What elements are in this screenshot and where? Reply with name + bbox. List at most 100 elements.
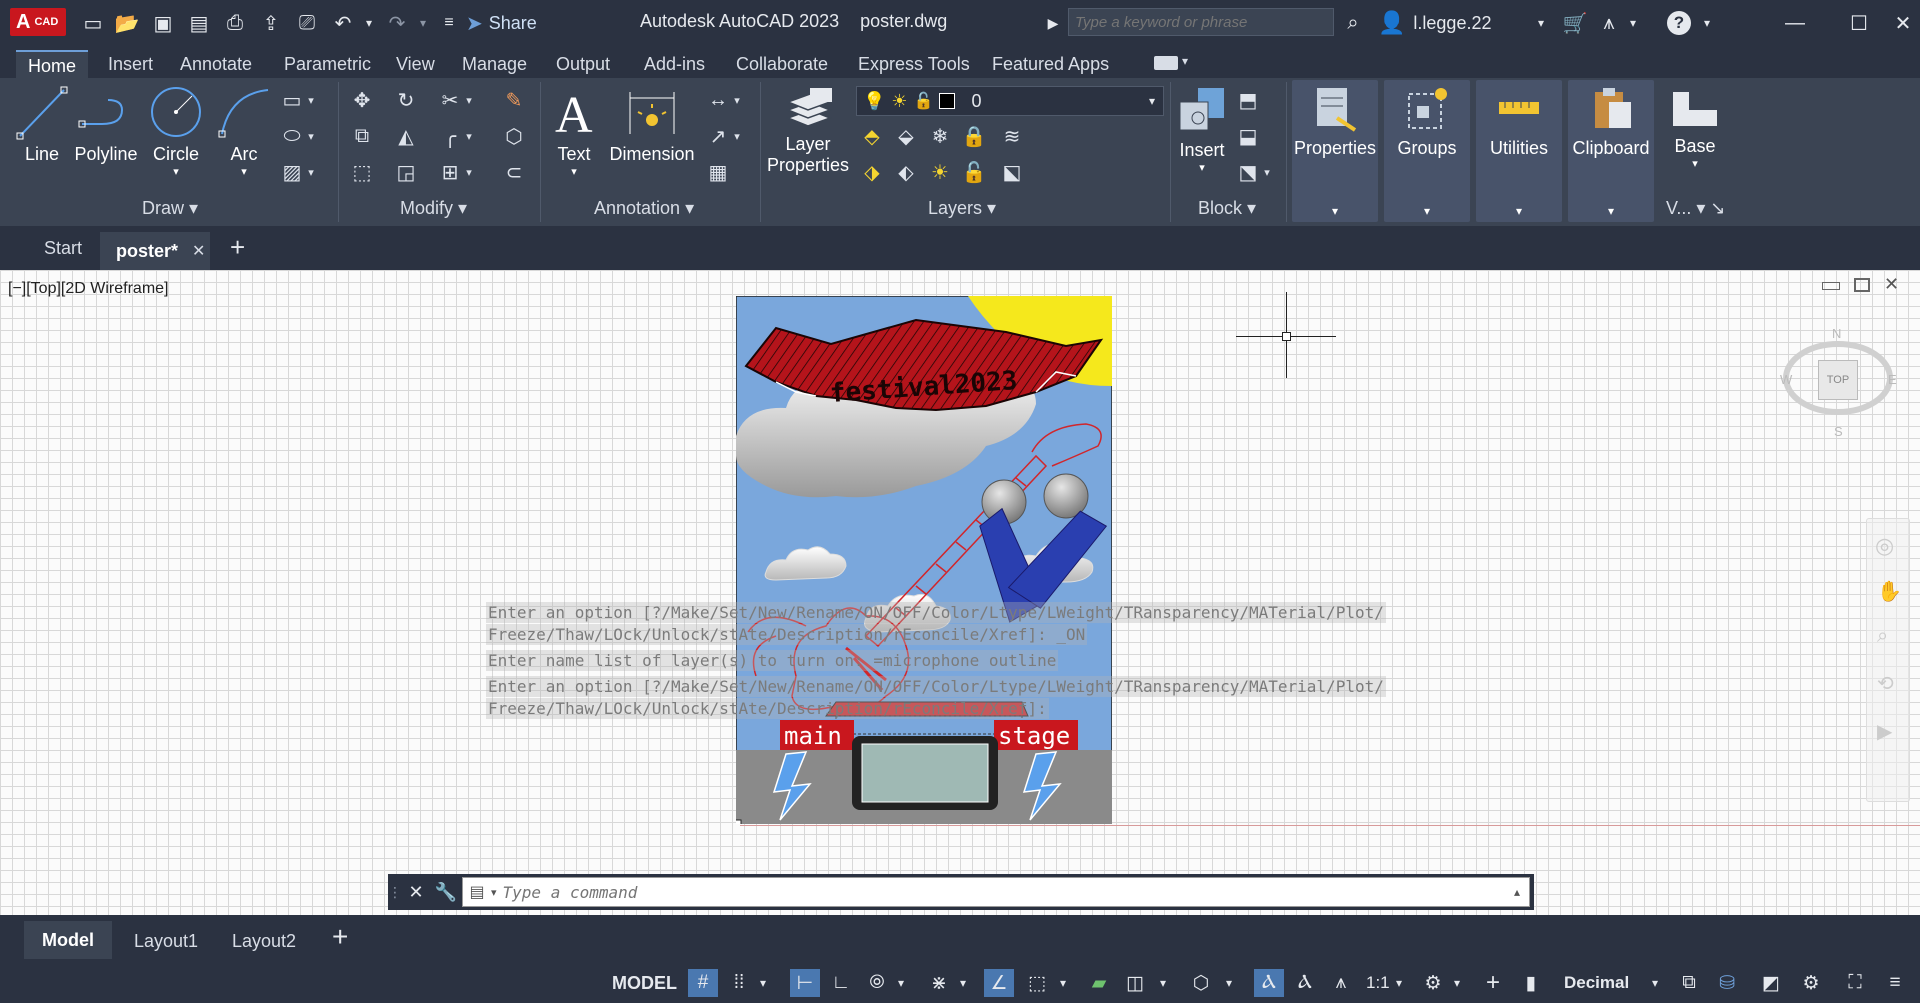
open-web-icon[interactable]: ⎙ <box>222 10 248 36</box>
tab-close-icon[interactable]: ✕ <box>192 241 205 261</box>
edit-attributes-dropdown-icon[interactable]: ▾ <box>1260 158 1274 186</box>
layer-properties-tool[interactable]: Layer Properties <box>762 84 854 176</box>
ellipse-dropdown-icon[interactable]: ▾ <box>304 122 318 150</box>
new-layout-icon[interactable]: + <box>332 921 348 953</box>
annotation-visibility-icon[interactable]: Ⲁ <box>1254 969 1284 997</box>
polar-dropdown-icon[interactable]: ▾ <box>894 969 908 997</box>
fillet-icon[interactable]: ╭ <box>436 122 464 150</box>
annotation-scale-icon[interactable]: ⩚ <box>1328 969 1354 997</box>
insert-dropdown-icon[interactable]: ▾ <box>1199 161 1205 174</box>
redo-icon[interactable]: ↷ <box>384 10 410 36</box>
ribbon-options-icon[interactable] <box>1154 56 1178 70</box>
view-panel-title[interactable]: V... ▾ ↘ <box>1666 198 1725 219</box>
search-box[interactable] <box>1068 8 1334 36</box>
object-snap-icon[interactable]: ⬚ <box>1024 969 1050 997</box>
snap-dropdown-icon[interactable]: ▾ <box>756 969 770 997</box>
command-history-toggle-icon[interactable]: ▴ <box>1505 885 1529 899</box>
redo-dropdown-icon[interactable]: ▾ <box>410 10 436 36</box>
viewcube-top[interactable]: TOP <box>1818 360 1858 400</box>
insert-tool[interactable]: Insert ▾ <box>1174 84 1230 174</box>
groups-button[interactable]: Groups ▾ <box>1384 80 1470 222</box>
viewport-minimize-icon[interactable] <box>1822 282 1840 290</box>
isodraft-dropdown-icon[interactable]: ▾ <box>956 969 970 997</box>
layer-off-icon[interactable]: ⬘ <box>858 122 886 150</box>
grid-icon[interactable]: # <box>688 969 718 997</box>
tab-express-tools[interactable]: Express Tools <box>846 50 982 78</box>
command-prompt-dropdown-icon[interactable]: ▾ <box>491 886 497 899</box>
open-icon[interactable]: 📂 <box>114 10 140 36</box>
drawing-canvas[interactable]: [−][Top][2D Wireframe] ✕ TOP N S E W ◎ ✋… <box>0 270 1920 915</box>
viewcube-west[interactable]: W <box>1780 372 1792 387</box>
lock-ui-icon[interactable]: ⛁ <box>1714 969 1740 997</box>
stretch-icon[interactable]: ⬚ <box>348 158 376 186</box>
dynamic-input-icon[interactable]: ⊢ <box>790 969 820 997</box>
close-icon[interactable]: ✕ <box>1890 10 1916 36</box>
ribbon-options-dropdown-icon[interactable]: ▾ <box>1182 54 1188 68</box>
navigation-bar[interactable]: ◎ ✋ ⌕ ⟲ ▶ <box>1866 518 1910 802</box>
autodesk-dropdown-icon[interactable]: ▾ <box>1620 10 1646 36</box>
base-dropdown-icon[interactable]: ▾ <box>1692 157 1698 170</box>
tab-parametric[interactable]: Parametric <box>272 50 383 78</box>
tab-poster[interactable]: poster* ✕ <box>100 232 210 270</box>
save-web-icon[interactable]: ⇪ <box>258 10 284 36</box>
base-tool[interactable]: Base ▾ <box>1660 84 1730 170</box>
circle-dropdown-icon[interactable]: ▾ <box>173 165 179 178</box>
selection-cycling-dropdown-icon[interactable]: ▾ <box>1156 969 1170 997</box>
utilities-button[interactable]: Utilities ▾ <box>1476 80 1562 222</box>
tab-annotate[interactable]: Annotate <box>168 50 264 78</box>
move-icon[interactable]: ✥ <box>348 86 376 114</box>
copy-icon[interactable]: ⧉ <box>348 122 376 150</box>
annotation-scale-value[interactable]: 1:1 <box>1366 969 1390 997</box>
layer-lock2-icon[interactable]: 🔒 <box>960 122 988 150</box>
tab-view[interactable]: View <box>384 50 447 78</box>
create-block-icon[interactable]: ⬒ <box>1234 86 1262 114</box>
dimension-tool[interactable]: Dimension <box>606 84 698 165</box>
offset-icon[interactable]: ⊂ <box>500 158 528 186</box>
workspace-dropdown-icon[interactable]: ▾ <box>1450 969 1464 997</box>
search-input[interactable] <box>1069 9 1333 35</box>
minimize-icon[interactable]: — <box>1782 10 1808 36</box>
graphics-performance-icon[interactable]: ⚙ <box>1798 969 1824 997</box>
autodesk-icon[interactable]: ⩚ <box>1596 10 1622 36</box>
units-icon[interactable]: ▮ <box>1522 969 1540 997</box>
annotation-panel-title[interactable]: Annotation ▾ <box>594 198 694 219</box>
steering-wheel-icon[interactable]: ◎ <box>1875 533 1894 559</box>
clipboard-button[interactable]: Clipboard ▾ <box>1568 80 1654 222</box>
array-dropdown-icon[interactable]: ▾ <box>462 158 476 186</box>
rotate-icon[interactable]: ↻ <box>392 86 420 114</box>
poster-drawing[interactable]: festival2023 main stage <box>731 295 1113 830</box>
edit-attributes-icon[interactable]: ⬔ <box>1234 158 1262 186</box>
edit-block-icon[interactable]: ⬓ <box>1234 122 1262 150</box>
layer-on2-icon[interactable]: ⬗ <box>858 158 886 186</box>
quick-properties-icon[interactable]: ⧉ <box>1676 969 1702 997</box>
viewcube[interactable]: TOP N S E W <box>1780 306 1900 439</box>
modify-panel-title[interactable]: Modify ▾ <box>400 198 467 219</box>
command-input[interactable] <box>502 878 1505 906</box>
hatch-icon[interactable]: ▨ <box>278 158 306 186</box>
tab-output[interactable]: Output <box>544 50 622 78</box>
app-logo[interactable]: A CAD <box>10 8 66 36</box>
erase-icon[interactable]: ✎ <box>500 86 528 114</box>
search-expand-icon[interactable]: ▶ <box>1040 10 1066 36</box>
circle-tool[interactable]: Circle ▾ <box>146 84 206 178</box>
array-icon[interactable]: ⊞ <box>436 158 464 186</box>
arc-dropdown-icon[interactable]: ▾ <box>241 165 247 178</box>
leader-dropdown-icon[interactable]: ▾ <box>730 122 744 150</box>
zoom-icon[interactable]: ⌕ <box>1877 625 1888 648</box>
hatch-dropdown-icon[interactable]: ▾ <box>304 158 318 186</box>
undo-icon[interactable]: ↶ <box>330 10 356 36</box>
linear-dim-icon[interactable]: ↔ <box>704 86 732 114</box>
plot-icon[interactable]: ⎚ <box>294 10 320 36</box>
linear-dim-dropdown-icon[interactable]: ▾ <box>730 86 744 114</box>
clean-screen-icon[interactable]: ⛶ <box>1842 969 1868 997</box>
isodraft-icon[interactable]: ⋇ <box>926 969 952 997</box>
viewcube-east[interactable]: E <box>1888 372 1897 387</box>
auto-scale-icon[interactable]: Ⲁ <box>1292 969 1318 997</box>
pan-icon[interactable]: ✋ <box>1877 579 1902 604</box>
command-grip-icon[interactable]: ⋮ <box>388 884 402 901</box>
isolate-objects-icon[interactable]: ◩ <box>1758 969 1784 997</box>
arc-tool[interactable]: Arc ▾ <box>214 84 274 178</box>
customize-icon[interactable]: ≡ <box>436 10 462 36</box>
viewport-close-icon[interactable]: ✕ <box>1884 274 1899 295</box>
viewcube-north[interactable]: N <box>1832 326 1841 341</box>
